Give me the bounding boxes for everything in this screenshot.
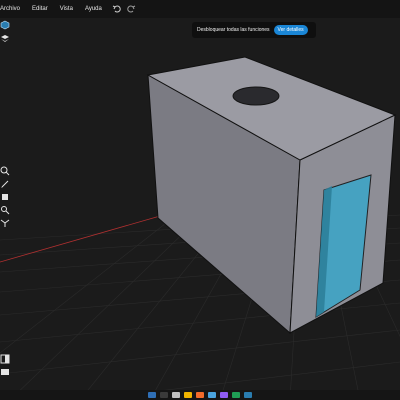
cube-icon[interactable] bbox=[0, 20, 10, 30]
top-hole bbox=[232, 86, 280, 106]
taskbar-app-icon[interactable] bbox=[220, 392, 228, 398]
menu-vista[interactable]: Vista bbox=[54, 6, 79, 12]
mid-left-toolbar bbox=[0, 166, 10, 228]
taskbar-app-icon[interactable] bbox=[160, 392, 168, 398]
pen-icon[interactable] bbox=[0, 179, 10, 189]
view-details-button[interactable]: Ver detalles bbox=[273, 25, 308, 35]
scene-canvas bbox=[0, 56, 400, 400]
3d-viewport[interactable] bbox=[0, 18, 400, 400]
taskbar-app-icon[interactable] bbox=[208, 392, 216, 398]
taskbar-app-icon[interactable] bbox=[196, 392, 204, 398]
taskbar-app-icon[interactable] bbox=[172, 392, 180, 398]
panel-toggle-icon[interactable] bbox=[0, 354, 10, 364]
paint-icon[interactable] bbox=[0, 192, 10, 202]
unlock-banner: Desbloquear todas las funciones Ver deta… bbox=[192, 22, 316, 38]
unlock-banner-text: Desbloquear todas las funciones bbox=[197, 27, 270, 33]
panel-toggle-icon-2[interactable] bbox=[0, 367, 10, 377]
taskbar bbox=[0, 390, 400, 400]
redo-icon[interactable] bbox=[126, 4, 136, 14]
axis-gizmo-icon[interactable] bbox=[0, 218, 10, 228]
taskbar-app-icon[interactable] bbox=[184, 392, 192, 398]
top-left-toolbar bbox=[0, 20, 10, 43]
menu-editar[interactable]: Editar bbox=[26, 6, 54, 12]
taskbar-app-icon[interactable] bbox=[148, 392, 156, 398]
undo-icon[interactable] bbox=[112, 4, 122, 14]
x-axis-line bbox=[0, 215, 161, 263]
search-icon[interactable] bbox=[0, 166, 10, 176]
taskbar-app-icon[interactable] bbox=[232, 392, 240, 398]
menu-archivo[interactable]: Archivo bbox=[0, 6, 26, 12]
layers-icon[interactable] bbox=[0, 33, 10, 43]
menu-ayuda[interactable]: Ayuda bbox=[79, 6, 108, 12]
menu-bar: Archivo Editar Vista Ayuda bbox=[0, 0, 400, 18]
taskbar-app-icon[interactable] bbox=[244, 392, 252, 398]
magnifier-icon[interactable] bbox=[0, 205, 10, 215]
bottom-left-toolbar bbox=[0, 354, 10, 377]
